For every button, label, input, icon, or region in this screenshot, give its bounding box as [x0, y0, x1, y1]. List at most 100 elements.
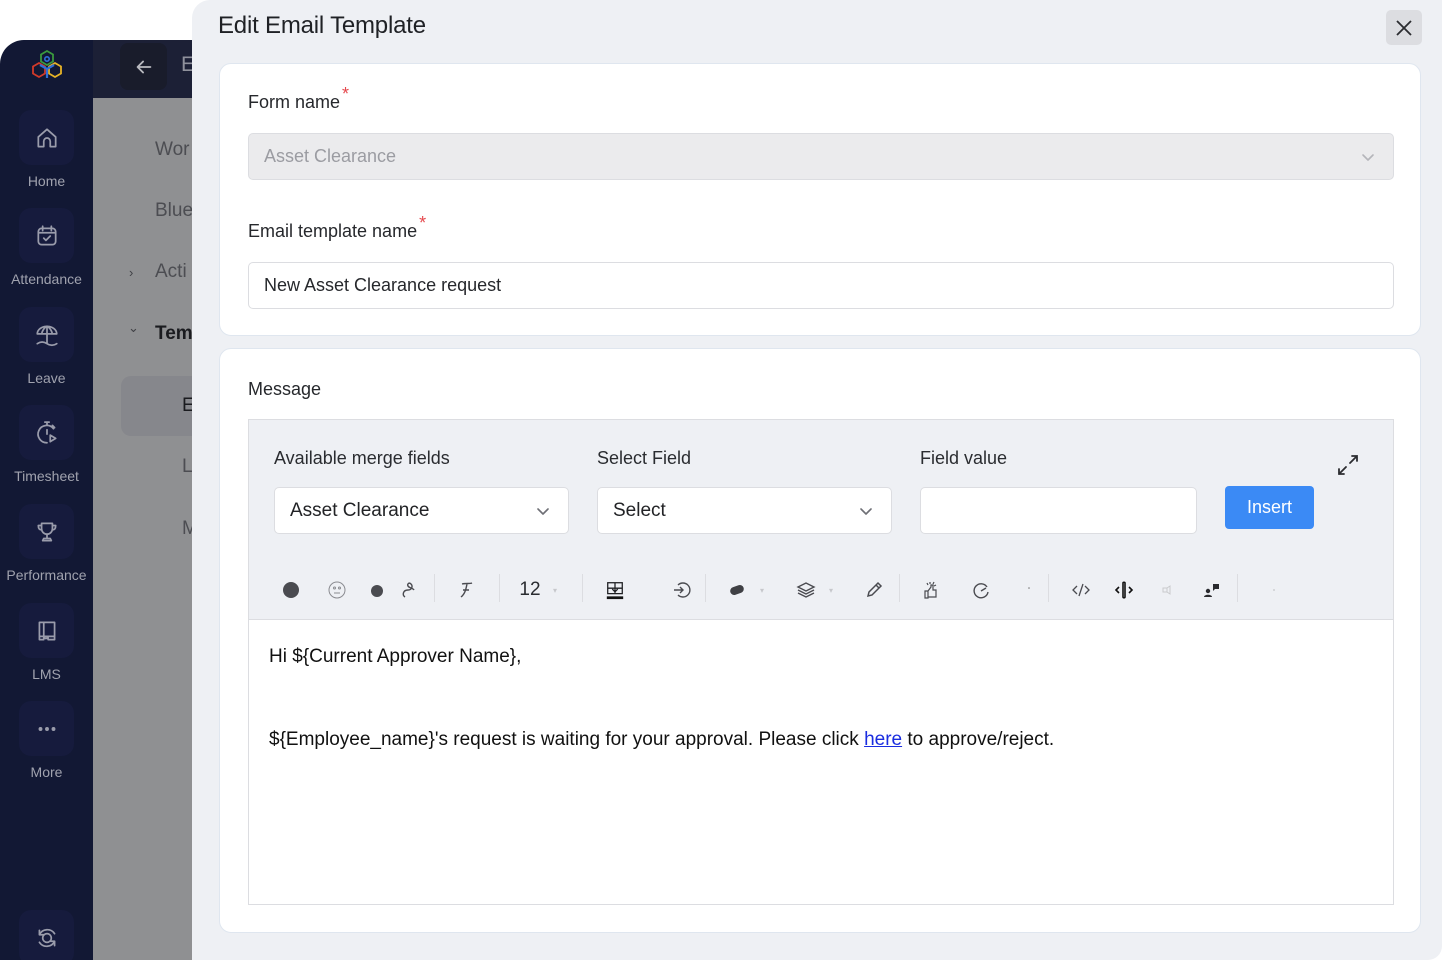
small-dot-icon [371, 585, 383, 597]
editor-toolbar: 12 ▾ ▾ ▾ [249, 560, 1393, 620]
merge-fields-panel: Available merge fields Asset Clearance S… [249, 420, 1393, 560]
stopwatch-icon [36, 420, 57, 444]
app-sidebar: Home Attendance Leave Timesheet Performa… [0, 40, 93, 960]
pencil-icon [866, 581, 883, 598]
toolbar-separator [582, 574, 583, 602]
text-color-button[interactable] [276, 575, 306, 605]
field-value-input[interactable] [920, 487, 1197, 534]
close-button[interactable] [1386, 10, 1422, 45]
home-icon [36, 127, 57, 148]
font-family-button[interactable] [451, 575, 481, 605]
tiny-dot-icon [1273, 589, 1275, 591]
toolbar-separator [705, 574, 706, 602]
disabled-button[interactable] [1152, 575, 1182, 605]
link-style-button[interactable] [394, 575, 424, 605]
login-arrow-icon [674, 582, 691, 598]
beach-umbrella-icon [35, 324, 58, 346]
like-button[interactable] [915, 575, 945, 605]
font-size-caret-icon: ▾ [553, 586, 558, 595]
book-icon [38, 620, 55, 641]
insert-code-button[interactable] [1109, 575, 1139, 605]
approval-link[interactable]: here [864, 729, 902, 750]
settings-header: E [93, 40, 203, 98]
form-name-select: Asset Clearance [248, 133, 1394, 180]
faint-icon [1162, 585, 1171, 595]
settings-nav-item[interactable]: Acti [155, 261, 187, 283]
comment-user-button[interactable] [1197, 575, 1227, 605]
font-script-f-icon [460, 582, 473, 598]
sidebar-item-sync[interactable] [0, 910, 93, 960]
chevron-right-icon[interactable]: › [129, 265, 133, 280]
sidebar-item-leave[interactable]: Leave [0, 307, 93, 386]
merge-fields-label: Available merge fields [274, 448, 450, 468]
app-screen: Home Attendance Leave Timesheet Performa… [0, 0, 1442, 960]
template-name-label: Email template name * [248, 213, 426, 242]
settings-nav-subitem[interactable]: L [182, 456, 193, 478]
font-size-dropdown[interactable]: 12 [515, 575, 545, 605]
script-loop-icon [402, 582, 415, 598]
table-move-icon [606, 582, 624, 600]
select-field-dropdown[interactable]: Select [597, 487, 892, 534]
editor-content[interactable]: Hi ${Current Approver Name}, ${Employee_… [249, 621, 1393, 904]
insert-merge-button[interactable] [666, 575, 696, 605]
message-text: to approve/reject. [902, 729, 1055, 750]
emoji-button[interactable] [322, 575, 352, 605]
form-name-label: Form name * [248, 84, 349, 113]
sidebar-item-timesheet[interactable]: Timesheet [0, 405, 93, 484]
trophy-icon [36, 521, 57, 542]
sidebar-item-attendance[interactable]: Attendance [0, 208, 93, 287]
font-size-value: 12 [519, 579, 541, 600]
toolbar-separator [499, 574, 500, 602]
code-icon [1072, 583, 1090, 597]
settings-nav-item[interactable]: Blue [155, 200, 193, 222]
sidebar-item-performance[interactable]: Performance [0, 504, 93, 583]
select-field-value: Select [613, 499, 666, 521]
template-name-input[interactable]: New Asset Clearance request [248, 262, 1394, 309]
layers-icon [796, 582, 816, 598]
settings-nav-item[interactable]: Tem [155, 323, 193, 345]
highlight-button[interactable] [722, 575, 752, 605]
gauge-icon [973, 583, 989, 599]
sidebar-item-label: Attendance [11, 271, 82, 287]
toolbar-separator [1237, 574, 1238, 602]
message-line: ${Employee_name}'s request is waiting fo… [269, 726, 1373, 754]
close-icon [1396, 19, 1412, 36]
sidebar-item-label: Timesheet [14, 468, 79, 484]
sidebar-item-label: More [30, 764, 63, 780]
settings-nav-item[interactable]: Wor [155, 139, 189, 161]
expand-icon[interactable] [1335, 452, 1361, 478]
back-button[interactable] [120, 43, 167, 90]
message-text: ${Employee_name}'s request is waiting fo… [269, 729, 865, 750]
sidebar-item-label: LMS [32, 666, 61, 682]
emoji-neutral-icon [328, 581, 346, 599]
toolbar-separator [434, 574, 435, 602]
chevron-down-icon [860, 508, 872, 515]
pencil-button[interactable] [859, 575, 889, 605]
toolbar-separator [899, 574, 900, 602]
form-name-label-text: Form name [248, 92, 341, 112]
message-line: Hi ${Current Approver Name}, [269, 646, 522, 667]
message-label: Message [248, 379, 322, 399]
chevron-down-icon [1362, 154, 1374, 161]
app-logo-icon[interactable] [28, 50, 66, 86]
more-dots-icon [38, 726, 55, 731]
layers-button[interactable] [791, 575, 821, 605]
toolbar-overflow-button[interactable] [1259, 575, 1289, 605]
merge-fields-dropdown[interactable]: Asset Clearance [274, 487, 569, 534]
sidebar-item-lms[interactable]: LMS [0, 603, 93, 682]
bullet-button[interactable] [362, 575, 392, 605]
arrow-left-icon [136, 60, 151, 73]
filled-circle-icon [283, 582, 299, 598]
more-format-button[interactable] [1014, 575, 1044, 605]
insert-button[interactable]: Insert [1225, 486, 1314, 529]
chevron-down-icon [537, 508, 549, 515]
edit-email-template-modal: Edit Email Template Form name * Asset Cle… [192, 0, 1442, 960]
source-code-button[interactable] [1066, 575, 1096, 605]
sidebar-item-home[interactable]: Home [0, 110, 93, 189]
gauge-button[interactable] [966, 575, 996, 605]
user-comment-icon [1204, 584, 1219, 597]
sidebar-item-more[interactable]: More [0, 701, 93, 780]
chevron-down-icon[interactable]: ⌄ [128, 320, 139, 336]
tiny-dot-icon [1028, 587, 1030, 589]
table-button[interactable] [600, 575, 630, 605]
